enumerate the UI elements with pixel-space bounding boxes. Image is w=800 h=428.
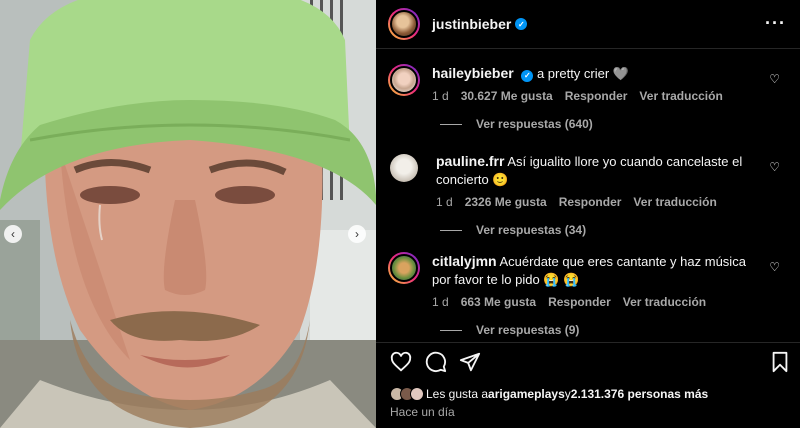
comment-text: a pretty crier 🩶 <box>536 66 629 81</box>
commenter-avatar[interactable] <box>388 252 420 284</box>
commenter-username[interactable]: haileybieber <box>432 65 514 81</box>
likes-username[interactable]: arigameplays <box>488 387 565 401</box>
view-replies-button[interactable]: Ver respuestas (34) <box>440 223 788 237</box>
view-replies-button[interactable]: Ver respuestas (9) <box>440 323 788 337</box>
comment-bubble-icon[interactable] <box>425 351 447 373</box>
translate-button[interactable]: Ver traducción <box>639 87 722 105</box>
comments-list[interactable]: haileybieber ✓ a pretty crier 🩶 1 d 30.6… <box>376 50 800 342</box>
post-timestamp[interactable]: Hace un día <box>390 405 455 419</box>
share-send-icon[interactable] <box>459 351 481 373</box>
comment-time[interactable]: 1 d <box>436 193 453 211</box>
verified-badge-icon: ✓ <box>521 70 534 82</box>
comment-item: citlalyjmn Acuérdate que eres cantante y… <box>388 252 788 337</box>
like-comment-heart-icon[interactable]: ♡ <box>769 260 780 274</box>
save-bookmark-icon[interactable] <box>770 351 790 373</box>
replies-divider <box>440 229 462 231</box>
author-username[interactable]: justinbieber <box>432 16 511 32</box>
replies-divider <box>440 123 462 125</box>
like-comment-heart-icon[interactable]: ♡ <box>769 72 780 86</box>
commenter-avatar[interactable] <box>388 64 420 96</box>
liker-avatars <box>390 387 424 401</box>
translate-button[interactable]: Ver traducción <box>633 193 716 211</box>
like-heart-icon[interactable] <box>390 351 412 373</box>
previous-photo-button[interactable]: ‹ <box>4 225 22 243</box>
view-replies-button[interactable]: Ver respuestas (640) <box>440 117 788 131</box>
reply-button[interactable]: Responder <box>565 87 628 105</box>
post-footer: Les gusta a arigameplays y 2.131.376 per… <box>376 342 800 428</box>
translate-button[interactable]: Ver traducción <box>623 293 706 311</box>
replies-divider <box>440 329 462 331</box>
author-avatar[interactable] <box>388 8 420 40</box>
post-photo[interactable]: ‹ › <box>0 0 376 428</box>
comment-item: pauline.frr Así igualito llore yo cuando… <box>388 152 788 237</box>
comment-item: haileybieber ✓ a pretty crier 🩶 1 d 30.6… <box>388 64 788 131</box>
commenter-avatar[interactable] <box>390 154 418 182</box>
view-replies-label: Ver respuestas (640) <box>476 117 593 131</box>
likes-count[interactable]: 2.131.376 personas más <box>571 387 708 401</box>
comment-likes[interactable]: 663 Me gusta <box>461 293 536 311</box>
photo-illustration <box>0 0 376 428</box>
comment-likes[interactable]: 30.627 Me gusta <box>461 87 553 105</box>
view-replies-label: Ver respuestas (34) <box>476 223 587 237</box>
reply-button[interactable]: Responder <box>559 193 622 211</box>
likes-summary[interactable]: Les gusta a arigameplays y 2.131.376 per… <box>390 387 708 401</box>
more-options-icon[interactable]: ··· <box>765 13 786 34</box>
verified-badge-icon: ✓ <box>515 18 528 30</box>
liker-avatar <box>410 387 424 401</box>
next-photo-button[interactable]: › <box>348 225 366 243</box>
like-comment-heart-icon[interactable]: ♡ <box>769 160 780 174</box>
post-header: justinbieber ✓ ··· <box>376 0 800 49</box>
commenter-username[interactable]: pauline.frr <box>436 153 504 169</box>
commenter-username[interactable]: citlalyjmn <box>432 253 497 269</box>
action-bar <box>388 351 792 377</box>
comment-time[interactable]: 1 d <box>432 293 449 311</box>
post-details-panel: justinbieber ✓ ··· haileybieber ✓ a pret… <box>376 0 800 428</box>
view-replies-label: Ver respuestas (9) <box>476 323 580 337</box>
comment-likes[interactable]: 2326 Me gusta <box>465 193 547 211</box>
comment-time[interactable]: 1 d <box>432 87 449 105</box>
likes-prefix: Les gusta a <box>426 387 489 401</box>
reply-button[interactable]: Responder <box>548 293 611 311</box>
